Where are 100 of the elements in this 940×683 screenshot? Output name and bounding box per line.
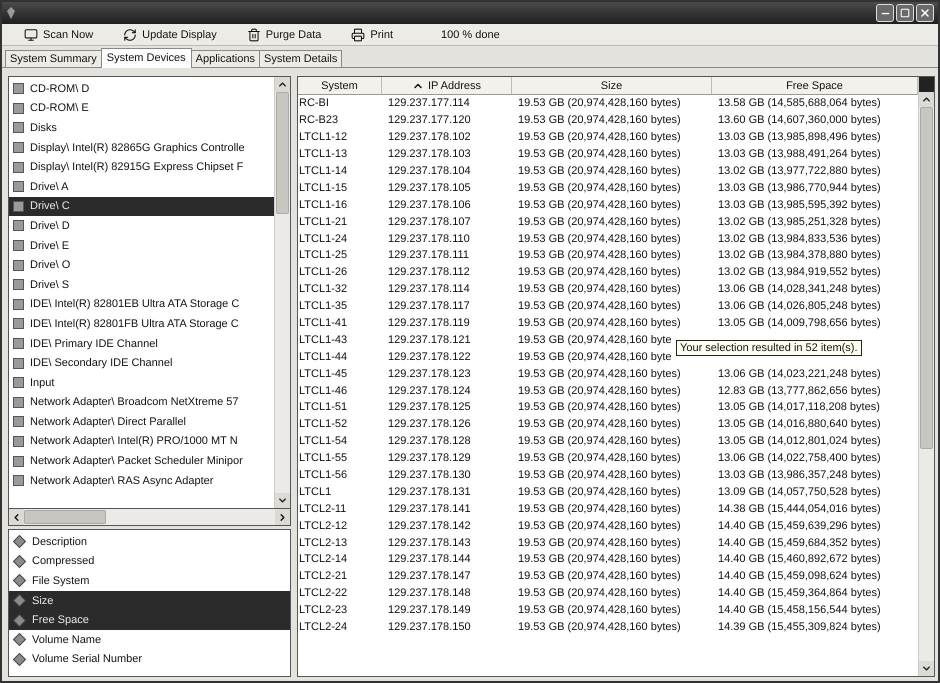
- table-cell: 129.237.178.117: [388, 300, 470, 312]
- table-cell: 19.53 GB (20,974,428,160 bytes): [518, 452, 681, 464]
- device-item[interactable]: Drive\ A: [9, 176, 274, 197]
- scroll-thumb[interactable]: [276, 92, 289, 214]
- toolbar-button[interactable]: Update Display: [121, 28, 219, 42]
- table-cell: 13.03 GB (13,988,491,264 bytes): [718, 148, 881, 160]
- maximize-button[interactable]: [896, 4, 914, 22]
- scrollbar[interactable]: [274, 77, 290, 508]
- table-cell: LTCL1-24: [299, 232, 348, 245]
- device-item[interactable]: Network Adapter\ Intel(R) PRO/1000 MT N: [9, 432, 274, 452]
- table-cell: LTCL2-13: [299, 536, 348, 549]
- device-item[interactable]: Display\ Intel(R) 82915G Express Chipset F: [9, 157, 274, 177]
- device-item[interactable]: Drive\ E: [9, 236, 274, 256]
- device-item[interactable]: Input: [9, 372, 274, 392]
- device-item[interactable]: Drive\ C: [9, 196, 274, 216]
- toolbar-button[interactable]: Scan Now: [22, 28, 96, 42]
- table-cell: 129.237.178.128: [388, 435, 471, 448]
- table-cell: LTCL1-55: [299, 452, 348, 464]
- table-cell: 129.237.178.148: [388, 587, 471, 600]
- tab[interactable]: System Summary: [5, 50, 102, 67]
- table-cell: 19.53 GB (20,974,428,160 bytes): [518, 317, 681, 330]
- device-item[interactable]: IDE\ Secondary IDE Channel: [9, 353, 274, 373]
- toolbar-button[interactable]: Purge Data: [244, 28, 324, 42]
- device-item[interactable]: Disks: [9, 118, 274, 138]
- table-cell: 13.05 GB (14,009,798,656 bytes): [718, 317, 881, 330]
- table-cell: 129.237.178.147: [388, 570, 471, 582]
- close-icon: [919, 7, 931, 19]
- tooltip: Your selection resulted in 52 item(s).: [676, 340, 862, 356]
- device-item[interactable]: Drive\ D: [9, 216, 274, 236]
- diamond-icon: [13, 574, 26, 588]
- property-item[interactable]: Description: [9, 532, 290, 552]
- table-cell: 13.02 GB (13,985,251,328 bytes): [718, 216, 881, 228]
- device-icon: [13, 122, 24, 134]
- table-cell: RC-B23: [299, 114, 338, 126]
- table-cell: 129.237.178.105: [388, 182, 471, 194]
- table-cell: LTCL1-13: [299, 148, 348, 160]
- device-item[interactable]: IDE\ Intel(R) 82801FB Ultra ATA Storage C: [9, 314, 274, 334]
- device-item[interactable]: Network Adapter\ RAS Async Adapter: [9, 470, 274, 490]
- table-cell: 19.53 GB (20,974,428,160 bytes): [518, 283, 681, 296]
- device-icon: [13, 436, 24, 447]
- column-header[interactable]: Size: [512, 77, 712, 95]
- tab[interactable]: Applications: [190, 50, 260, 67]
- diamond-icon: [13, 633, 26, 646]
- device-item[interactable]: CD-ROM\ D: [9, 79, 274, 99]
- column-header[interactable]: IP Address: [382, 77, 512, 95]
- device-item[interactable]: IDE\ Intel(R) 82801EB Ultra ATA Storage C: [9, 294, 274, 314]
- table-cell: 13.05 GB (14,017,118,208 bytes): [718, 401, 880, 414]
- device-item[interactable]: CD-ROM\ E: [9, 98, 274, 118]
- table-cell: 13.09 GB (14,057,750,528 bytes): [718, 486, 881, 498]
- table-cell: 129.237.178.112: [388, 266, 470, 278]
- property-item[interactable]: Volume Serial Number: [9, 650, 290, 670]
- scroll-thumb[interactable]: [920, 107, 933, 449]
- table-cell: 19.53 GB (20,974,428,160 bytes): [518, 570, 681, 582]
- device-item[interactable]: Network Adapter\ Direct Parallel: [9, 412, 274, 432]
- table-cell: 19.53 GB (20,974,428,160 bytes): [518, 604, 681, 616]
- table-cell: 19.53 GB (20,974,428,160 bytes): [518, 536, 681, 549]
- table-cell: 129.237.178.107: [388, 216, 471, 228]
- tab[interactable]: System Details: [258, 50, 342, 67]
- tab[interactable]: System Devices: [100, 48, 192, 68]
- table-cell: 129.237.178.110: [388, 232, 470, 245]
- table-cell: 14.39 GB (15,455,309,824 bytes): [718, 621, 881, 634]
- table-cell: 14.38 GB (15,444,054,016 bytes): [718, 502, 881, 515]
- property-item[interactable]: Volume Name: [9, 630, 290, 650]
- column-header[interactable]: System: [298, 77, 382, 95]
- device-item[interactable]: Drive\ O: [9, 255, 274, 275]
- table-cell: 129.237.178.131: [388, 486, 471, 498]
- property-item[interactable]: Free Space: [9, 610, 290, 630]
- table-cell: 13.06 GB (14,022,758,400 bytes): [718, 452, 881, 464]
- diamond-icon: [13, 554, 26, 568]
- table-cell: 13.03 GB (13,985,898,496 bytes): [718, 131, 881, 144]
- toolbar-button[interactable]: Print: [349, 28, 396, 42]
- horizontal-scrollbar[interactable]: [8, 509, 291, 526]
- scrollbar[interactable]: [918, 77, 934, 676]
- device-item[interactable]: Display\ Intel(R) 82865G Graphics Controlle: [9, 138, 274, 158]
- diamond-icon: [13, 614, 26, 627]
- table-cell: 129.237.178.144: [388, 553, 471, 566]
- table-cell: 19.53 GB (20,974,428,160 bytes): [518, 401, 681, 414]
- column-header[interactable]: Free Space: [712, 77, 918, 95]
- scroll-thumb[interactable]: [24, 510, 106, 524]
- property-item[interactable]: File System: [9, 571, 290, 591]
- property-item[interactable]: Size: [9, 590, 290, 610]
- table-cell: 13.03 GB (13,986,357,248 bytes): [718, 469, 881, 482]
- table-cell: 19.53 GB (20,974,428,160 bytes): [518, 114, 681, 126]
- corner-block: [919, 77, 934, 92]
- device-item[interactable]: Network Adapter\ Packet Scheduler Minipor: [9, 451, 274, 471]
- property-item[interactable]: Compressed: [9, 552, 290, 572]
- table-cell: LTCL2-22: [299, 587, 348, 600]
- table-cell: LTCL1-25: [299, 249, 348, 262]
- table-cell: 19.53 GB (20,974,428,160 bytes): [518, 165, 681, 177]
- diamond-icon: [13, 594, 26, 608]
- minimize-button[interactable]: [876, 4, 894, 22]
- table-cell: 19.53 GB (20,974,428,160 bytes): [518, 300, 681, 312]
- device-item[interactable]: Network Adapter\ Broadcom NetXtreme 57: [9, 392, 274, 412]
- device-icon: [13, 260, 24, 271]
- close-button[interactable]: [916, 4, 934, 22]
- table-cell: LTCL2-14: [299, 553, 348, 566]
- table-cell: LTCL1-21: [299, 216, 348, 228]
- device-item[interactable]: Drive\ S: [9, 274, 274, 295]
- device-icon: [13, 220, 24, 232]
- device-item[interactable]: IDE\ Primary IDE Channel: [9, 334, 274, 354]
